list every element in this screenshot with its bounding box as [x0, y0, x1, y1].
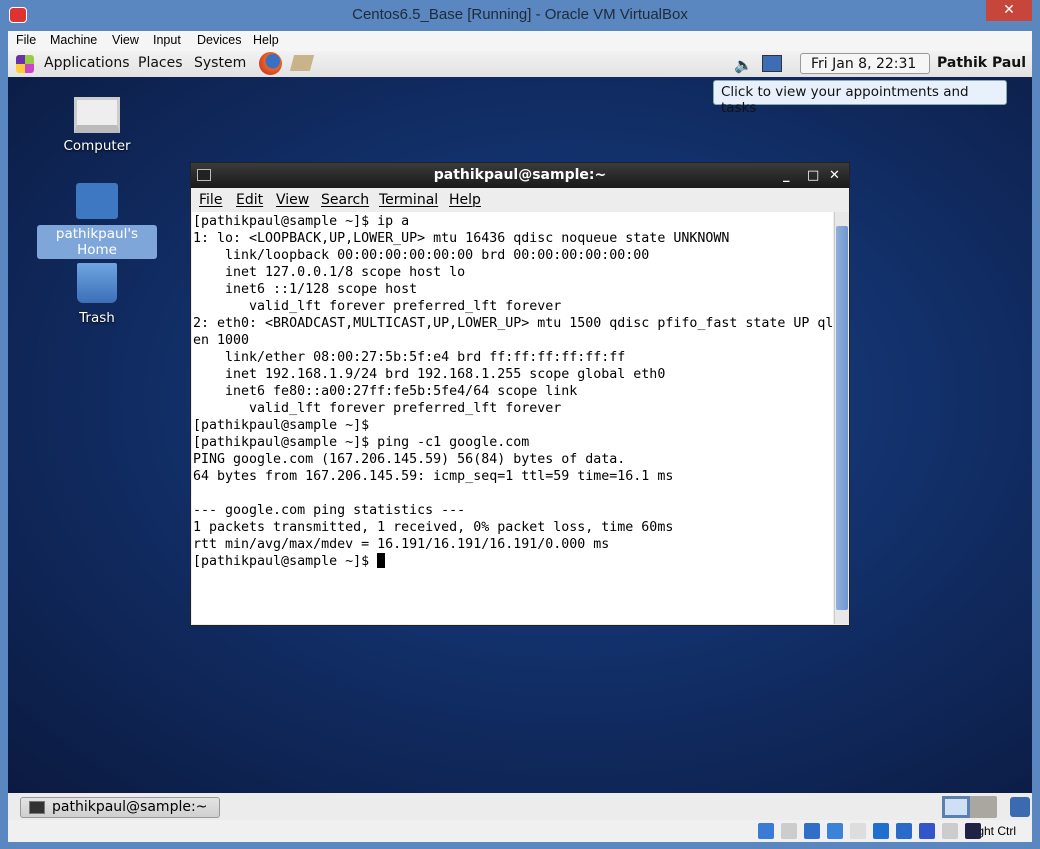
keyboard-arrow-icon[interactable]	[965, 823, 981, 839]
terminal-menu-file[interactable]: File	[199, 192, 222, 208]
terminal-line: link/loopback 00:00:00:00:00:00 brd 00:0…	[193, 248, 650, 263]
vbox-menubar: File Machine View Input Devices Help	[8, 31, 1032, 51]
text-cursor	[377, 553, 386, 568]
vbox-statusbar: Right Ctrl	[8, 820, 1032, 842]
menu-input[interactable]: Input	[153, 33, 181, 47]
terminal-title: pathikpaul@sample:~	[433, 167, 607, 183]
terminal-prompt-line: [pathikpaul@sample ~]$	[193, 553, 833, 570]
firefox-icon[interactable]	[259, 52, 282, 75]
terminal-scrollbar[interactable]	[834, 212, 849, 624]
terminal-close-button[interactable]: ✕	[829, 163, 840, 188]
close-button[interactable]: ✕	[986, 0, 1032, 21]
terminal-line: valid_lft forever preferred_lft forever	[193, 401, 562, 416]
terminal-line: 2: eth0: <BROADCAST,MULTICAST,UP,LOWER_U…	[193, 316, 833, 331]
mouse-icon[interactable]	[942, 823, 958, 839]
minimize-button[interactable]: _	[783, 163, 790, 188]
terminal-line: [pathikpaul@sample ~]$ ping -c1 google.c…	[193, 435, 530, 450]
terminal-icon	[29, 801, 45, 814]
menu-places[interactable]: Places	[138, 55, 183, 71]
menu-help[interactable]: Help	[253, 33, 279, 47]
network-icon[interactable]	[762, 55, 782, 72]
terminal-line: en 1000	[193, 333, 250, 348]
menu-system[interactable]: System	[194, 55, 246, 71]
terminal-menu-view[interactable]: View	[276, 192, 309, 208]
cpu-icon[interactable]	[919, 823, 935, 839]
shared-folder-icon[interactable]	[850, 823, 866, 839]
terminal-line: [pathikpaul@sample ~]$ ip a	[193, 214, 410, 229]
desktop-icon-trash[interactable]: Trash	[37, 263, 157, 327]
terminal-icon	[197, 169, 211, 181]
optical-drive-icon[interactable]	[781, 823, 797, 839]
trash-applet-icon[interactable]	[1010, 797, 1030, 817]
desktop-icon-computer[interactable]: Computer	[37, 97, 157, 155]
terminal-line: link/ether 08:00:27:5b:5f:e4 brd ff:ff:f…	[193, 350, 626, 365]
menu-file[interactable]: File	[16, 33, 36, 47]
trash-icon	[77, 263, 117, 303]
menu-machine[interactable]: Machine	[50, 33, 97, 47]
terminal-output[interactable]: [pathikpaul@sample ~]$ ip a 1: lo: <LOOPB…	[192, 212, 833, 624]
centos-logo-icon	[16, 55, 34, 73]
terminal-line: inet 127.0.0.1/8 scope host lo	[193, 265, 466, 280]
terminal-prompt: [pathikpaul@sample ~]$	[193, 554, 378, 569]
home-folder-icon	[76, 183, 118, 219]
menu-applications[interactable]: Applications	[44, 55, 130, 71]
terminal-line: rtt min/avg/max/mdev = 16.191/16.191/16.…	[193, 537, 610, 552]
desktop-icon-home[interactable]: pathikpaul's Home	[37, 183, 157, 259]
menu-devices[interactable]: Devices	[197, 33, 241, 47]
terminal-menu-terminal[interactable]: Terminal	[379, 192, 438, 208]
terminal-menu-edit[interactable]: Edit	[236, 192, 263, 208]
terminal-menu-help[interactable]: Help	[449, 192, 481, 208]
display-icon[interactable]	[873, 823, 889, 839]
menu-view[interactable]: View	[112, 33, 139, 47]
terminal-line: 1: lo: <LOOPBACK,UP,LOWER_UP> mtu 16436 …	[193, 231, 730, 246]
terminal-line: 64 bytes from 167.206.145.59: icmp_seq=1…	[193, 469, 674, 484]
terminal-line: inet6 fe80::a00:27ff:fe5b:5fe4/64 scope …	[193, 384, 578, 399]
scrollbar-thumb[interactable]	[836, 226, 848, 610]
mail-icon[interactable]	[289, 55, 315, 71]
usb-icon[interactable]	[827, 823, 843, 839]
gnome-top-panel: Applications Places System 🔈 Fri Jan 8, …	[8, 51, 1032, 77]
network-icon[interactable]	[804, 823, 820, 839]
computer-icon	[74, 97, 120, 133]
workspace-switcher[interactable]	[942, 796, 997, 818]
terminal-line: 1 packets transmitted, 1 received, 0% pa…	[193, 520, 674, 535]
maximize-button[interactable]: □	[807, 163, 819, 188]
terminal-line: inet 192.168.1.9/24 brd 192.168.1.255 sc…	[193, 367, 666, 382]
hard-disk-icon[interactable]	[758, 823, 774, 839]
gnome-bottom-panel: pathikpaul@sample:~	[8, 793, 1032, 820]
video-capture-icon[interactable]	[896, 823, 912, 839]
terminal-line: PING google.com (167.206.145.59) 56(84) …	[193, 452, 626, 467]
volume-icon[interactable]: 🔈	[734, 56, 753, 74]
terminal-line: [pathikpaul@sample ~]$	[193, 418, 370, 433]
vbox-titlebar: Centos6.5_Base [Running] - Oracle VM Vir…	[0, 0, 1040, 31]
terminal-menubar: File Edit View Search Terminal Help	[191, 188, 849, 212]
user-name[interactable]: Pathik Paul	[937, 55, 1026, 71]
taskbar-item-terminal[interactable]: pathikpaul@sample:~	[20, 797, 220, 818]
clock-tooltip: Click to view your appointments and task…	[713, 80, 1007, 116]
clock-button[interactable]: Fri Jan 8, 22:31	[800, 53, 930, 74]
terminal-menu-search[interactable]: Search	[321, 192, 369, 208]
terminal-titlebar: pathikpaul@sample:~ _ □ ✕	[191, 163, 849, 188]
terminal-line: --- google.com ping statistics ---	[193, 503, 466, 518]
terminal-line: valid_lft forever preferred_lft forever	[193, 299, 562, 314]
terminal-line: inet6 ::1/128 scope host	[193, 282, 418, 297]
terminal-window: pathikpaul@sample:~ _ □ ✕ File Edit View…	[190, 162, 850, 626]
window-title: Centos6.5_Base [Running] - Oracle VM Vir…	[352, 6, 688, 23]
